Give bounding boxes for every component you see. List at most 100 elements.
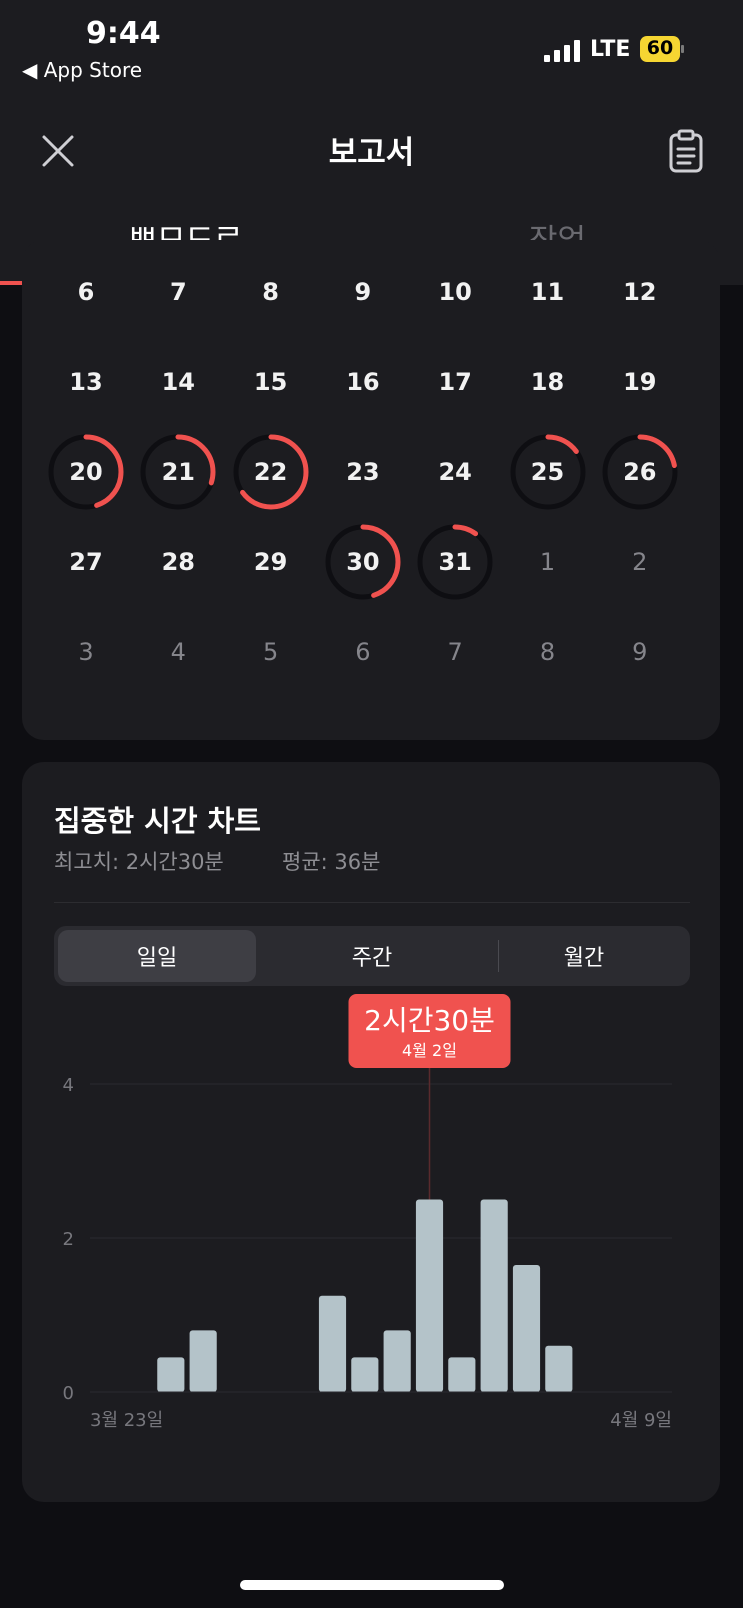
calendar-day-number: 23 <box>346 458 380 486</box>
calendar-day-number: 5 <box>262 638 279 666</box>
calendar-day[interactable]: 19 <box>600 342 680 422</box>
calendar-day-number: 7 <box>447 638 463 666</box>
chart-bar <box>448 1357 476 1392</box>
clipboard-icon[interactable] <box>668 129 704 173</box>
x-end-label: 4월 9일 <box>610 1410 672 1431</box>
tooltip-value: 2시간30분 <box>364 1004 495 1037</box>
calendar-day-number: 14 <box>161 368 195 396</box>
calendar-day-number: 27 <box>69 548 103 576</box>
calendar-day[interactable]: 1 <box>508 522 588 602</box>
calendar-day[interactable]: 12 <box>600 252 680 332</box>
calendar-day-number: 28 <box>161 548 195 576</box>
calendar-day-number: 26 <box>623 458 657 486</box>
calendar-day[interactable]: 18 <box>508 342 588 422</box>
calendar-day[interactable]: 29 <box>231 522 311 602</box>
focus-chart-card: 집중한 시간 차트 최고치: 2시간30분 평균: 36분 일일 주간 월간 0… <box>22 762 720 1502</box>
focus-bar-chart: 0 2 4 3월 23일 4월 9일 2시간30분 4월 2일 <box>63 994 672 1431</box>
calendar-day[interactable]: 6 <box>323 612 403 692</box>
chart-title: 집중한 시간 차트 <box>54 804 261 838</box>
calendar-day-number: 30 <box>346 548 380 576</box>
calendar-day[interactable]: 9 <box>600 612 680 692</box>
calendar-day-number: 8 <box>539 638 556 666</box>
chart-bar <box>157 1357 185 1392</box>
calendar-day-number: 31 <box>438 548 472 576</box>
calendar-day[interactable]: 4 <box>138 612 218 692</box>
calendar-day[interactable]: 10 <box>415 252 495 332</box>
calendar-day-number: 25 <box>530 458 565 486</box>
chart-bar <box>318 1295 347 1392</box>
calendar-day-number: 6 <box>355 638 371 666</box>
calendar-day[interactable]: 8 <box>231 252 311 332</box>
calendar-day[interactable]: 2 <box>600 522 680 602</box>
calendar-day[interactable]: 14 <box>138 342 218 422</box>
battery-level: 60 <box>646 37 674 59</box>
calendar-day[interactable]: 15 <box>231 342 311 422</box>
calendar-day-number: 19 <box>623 368 657 396</box>
chart-bar <box>480 1199 508 1392</box>
chart-bar <box>383 1330 411 1392</box>
calendar-day[interactable]: 13 <box>46 342 126 422</box>
calendar-day-number: 12 <box>623 278 657 306</box>
average-stat: 평균: 36분 <box>282 850 381 874</box>
calendar-day[interactable]: 9 <box>323 252 403 332</box>
calendar-day[interactable]: 7 <box>138 252 218 332</box>
calendar-day-number: 22 <box>253 458 288 486</box>
y-tick-label: 4 <box>63 1075 74 1096</box>
calendar-day[interactable]: 3 <box>46 612 126 692</box>
x-start-label: 3월 23일 <box>90 1410 163 1431</box>
y-tick-label: 2 <box>63 1229 74 1250</box>
calendar-day-number: 11 <box>530 278 565 306</box>
calendar-day[interactable]: 31 <box>415 522 495 602</box>
chart-bar <box>512 1264 541 1392</box>
calendar-day-number: 7 <box>169 278 187 306</box>
status-bar: 9:44 ◀ App Store LTE 60 <box>0 0 743 95</box>
calendar-day-number: 2 <box>632 548 648 576</box>
calendar-day-number: 24 <box>438 458 472 486</box>
calendar-day-number: 15 <box>253 368 288 396</box>
calendar-day-number: 8 <box>262 278 279 306</box>
calendar-day[interactable]: 7 <box>415 612 495 692</box>
chart-bar <box>351 1357 379 1392</box>
calendar-day[interactable]: 22 <box>231 432 311 512</box>
calendar-day[interactable]: 23 <box>323 432 403 512</box>
chart-bar <box>189 1330 217 1392</box>
calendar-day[interactable]: 30 <box>323 522 403 602</box>
calendar-day[interactable]: 20 <box>46 432 126 512</box>
calendar-day[interactable]: 21 <box>138 432 218 512</box>
calendar-day[interactable]: 8 <box>508 612 588 692</box>
max-stat: 최고치: 2시간30분 <box>54 850 224 874</box>
calendar-day-number: 20 <box>69 458 103 486</box>
chart-bar <box>545 1345 573 1392</box>
calendar-day-number: 3 <box>78 638 94 666</box>
calendar-day[interactable]: 5 <box>231 612 311 692</box>
calendar-day-number: 18 <box>530 368 565 396</box>
calendar-day[interactable]: 17 <box>415 342 495 422</box>
tooltip-date: 4월 2일 <box>402 1041 457 1060</box>
page-title: 보고서 <box>328 135 415 171</box>
home-indicator <box>240 1580 504 1590</box>
battery-icon: 60 <box>640 36 684 62</box>
calendar-day[interactable]: 25 <box>508 432 588 512</box>
y-tick-label: 0 <box>63 1383 74 1404</box>
calendar-day[interactable]: 28 <box>138 522 218 602</box>
calendar-day-number: 9 <box>354 278 372 306</box>
calendar-day-number: 1 <box>539 548 556 576</box>
calendar-day-number: 17 <box>438 368 472 396</box>
segment-monthly[interactable]: 월간 <box>478 926 690 986</box>
status-time: 9:44 <box>86 16 161 51</box>
calendar-day-number: 21 <box>161 458 195 486</box>
calendar-day[interactable]: 16 <box>323 342 403 422</box>
calendar-day-number: 13 <box>69 368 103 396</box>
calendar-day[interactable]: 27 <box>46 522 126 602</box>
calendar-day[interactable]: 26 <box>600 432 680 512</box>
chart-bar <box>415 1199 444 1392</box>
back-to-app-store-link[interactable]: ◀ App Store <box>22 58 142 82</box>
calendar-day[interactable]: 11 <box>508 252 588 332</box>
segment-weekly[interactable]: 주간 <box>266 926 478 986</box>
calendar-day-number: 6 <box>77 278 95 306</box>
calendar-day[interactable]: 24 <box>415 432 495 512</box>
segment-daily[interactable]: 일일 <box>58 930 256 982</box>
network-type: LTE <box>590 37 631 62</box>
calendar-day[interactable]: 6 <box>46 252 126 332</box>
cellular-signal-icon <box>544 40 580 62</box>
